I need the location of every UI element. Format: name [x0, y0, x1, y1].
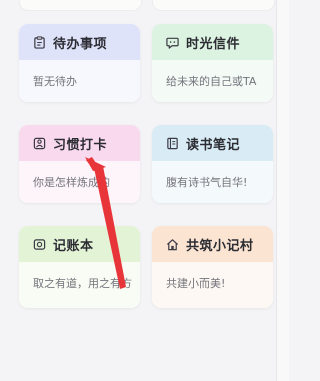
- card-habit-body: 你是怎样炼成的: [19, 161, 140, 203]
- card-letter-title: 时光信件: [186, 36, 241, 52]
- partial-card-above-right: [152, 0, 275, 11]
- card-village-desc: 共建小而美!: [166, 277, 226, 290]
- card-village-title: 共筑小记村: [186, 238, 254, 254]
- card-todo[interactable]: 待办事项 暂无待办: [19, 24, 140, 102]
- partial-card-above-left: [19, 0, 142, 11]
- card-reading-desc: 腹有诗书气自华!: [166, 176, 248, 189]
- chat-bubble-icon: [166, 37, 179, 49]
- card-todo-header: 待办事项: [19, 24, 140, 60]
- scrollbar[interactable]: [276, 0, 289, 381]
- card-letter[interactable]: 时光信件 给未来的自己或TA: [152, 24, 273, 102]
- checkin-icon: [33, 137, 46, 149]
- card-habit-title: 习惯打卡: [53, 137, 108, 153]
- card-reading-body: 腹有诗书气自华!: [152, 161, 273, 203]
- card-ledger-body: 取之有道，用之有方: [19, 262, 140, 308]
- card-village[interactable]: 共筑小记村 共建小而美!: [152, 226, 273, 308]
- card-letter-desc: 给未来的自己或TA: [166, 75, 257, 88]
- card-reading[interactable]: 读书笔记 腹有诗书气自华!: [152, 125, 273, 203]
- coin-icon: [33, 238, 46, 250]
- card-habit-desc: 你是怎样炼成的: [33, 176, 110, 189]
- card-letter-body: 给未来的自己或TA: [152, 60, 273, 102]
- screen: 待办事项 暂无待办 时光信件 给未来的自己或TA 习惯打卡 你是怎样炼成的 读书…: [0, 0, 275, 381]
- house-icon: [166, 238, 179, 250]
- card-reading-header: 读书笔记: [152, 125, 273, 161]
- card-todo-body: 暂无待办: [19, 60, 140, 102]
- card-letter-header: 时光信件: [152, 24, 273, 60]
- card-habit-header: 习惯打卡: [19, 125, 140, 161]
- card-habit[interactable]: 习惯打卡 你是怎样炼成的: [19, 125, 140, 203]
- card-ledger[interactable]: 记账本 取之有道，用之有方: [19, 226, 140, 308]
- notebook-icon: [167, 137, 178, 149]
- card-village-header: 共筑小记村: [152, 226, 273, 262]
- clipboard-icon: [34, 35, 45, 49]
- card-reading-title: 读书笔记: [186, 137, 241, 153]
- card-todo-desc: 暂无待办: [33, 75, 77, 88]
- card-village-body: 共建小而美!: [152, 262, 273, 308]
- card-ledger-header: 记账本: [19, 226, 140, 262]
- card-ledger-title: 记账本: [53, 238, 94, 254]
- card-ledger-desc: 取之有道，用之有方: [33, 277, 132, 290]
- card-todo-title: 待办事项: [53, 36, 108, 52]
